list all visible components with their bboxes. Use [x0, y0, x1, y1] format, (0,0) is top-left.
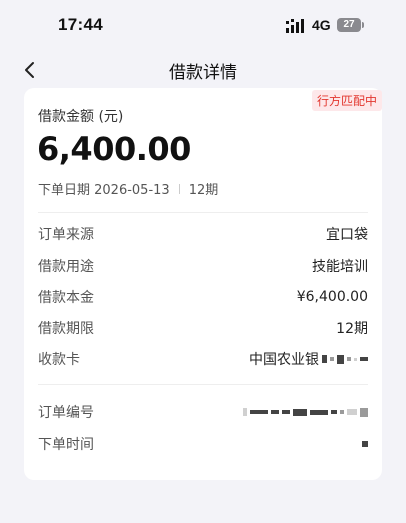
status-time: 17:44	[58, 15, 103, 34]
row-label: 借款用途	[38, 259, 94, 275]
redaction-mask	[362, 441, 368, 447]
signal-icon	[286, 19, 304, 33]
order-date: 下单日期 2026-05-13	[38, 183, 170, 198]
redaction-mask	[322, 354, 368, 364]
detail-row-term: 借款期限 12期	[38, 317, 368, 339]
row-value: ¥6,400.00	[296, 289, 368, 305]
row-value: 技能培训	[312, 259, 368, 275]
row-value: 12期	[336, 321, 368, 337]
divider	[38, 212, 368, 213]
row-label: 收款卡	[38, 352, 80, 368]
status-badge: 行方匹配中	[311, 90, 382, 111]
order-number	[240, 407, 368, 417]
row-value: 宜口袋	[326, 227, 368, 243]
page-title: 借款详情	[169, 63, 237, 83]
term-short: 12期	[188, 183, 219, 198]
battery-level: 27	[337, 18, 361, 32]
battery-icon: 27	[337, 18, 365, 32]
detail-row-source: 订单来源 宜口袋	[38, 223, 368, 245]
order-row-time: 下单时间	[38, 433, 368, 455]
redaction-mask	[243, 407, 368, 417]
row-label: 借款本金	[38, 290, 94, 306]
row-label: 订单编号	[38, 405, 94, 421]
bank-name: 中国农业银	[249, 352, 319, 368]
detail-row-purpose: 借款用途 技能培训	[38, 255, 368, 277]
network-label: 4G	[312, 17, 331, 33]
loan-detail-card: 行方匹配中 借款金额 (元) 6,400.00 下单日期 2026-05-13 …	[24, 88, 382, 480]
nav-bar: 借款详情	[0, 52, 406, 88]
status-bar: 17:44 4G 27	[0, 0, 406, 50]
order-time	[359, 441, 368, 447]
divider	[38, 384, 368, 385]
row-label: 借款期限	[38, 321, 94, 337]
row-label: 下单时间	[38, 437, 94, 453]
amount-label: 借款金额 (元)	[38, 109, 124, 125]
detail-row-principal: 借款本金 ¥6,400.00	[38, 286, 368, 308]
order-meta: 下单日期 2026-05-13 12期	[38, 179, 218, 198]
order-row-number: 订单编号	[38, 401, 368, 423]
detail-row-card: 收款卡 中国农业银	[38, 348, 368, 370]
row-label: 订单来源	[38, 227, 94, 243]
receiving-card: 中国农业银	[249, 349, 368, 369]
amount-value: 6,400.00	[37, 130, 191, 168]
meta-divider	[178, 183, 180, 194]
